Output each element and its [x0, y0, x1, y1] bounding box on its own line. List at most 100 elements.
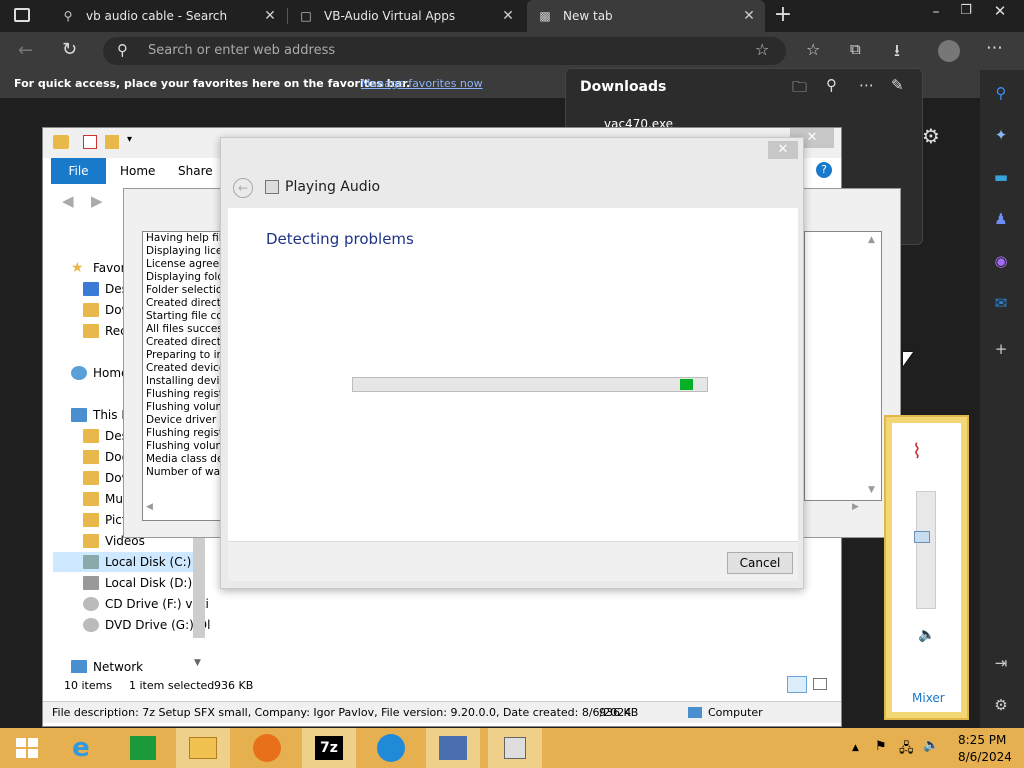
profile-avatar[interactable] — [938, 40, 960, 62]
log-scroll-up-icon[interactable]: ▲ — [868, 235, 875, 245]
audio-cable-icon: ⌇ — [912, 439, 922, 463]
settings-more-icon[interactable]: ⋯ — [986, 38, 1003, 58]
minimize-button[interactable]: – — [922, 4, 950, 20]
details-view-icon[interactable] — [787, 676, 807, 693]
volume-tray-icon[interactable]: 🔈 — [923, 738, 939, 753]
m365-icon[interactable]: ◉ — [990, 250, 1012, 272]
file-explorer-button[interactable] — [176, 728, 230, 768]
nav-favorites[interactable]: ★ Favori — [71, 258, 129, 278]
large-icons-view-icon[interactable] — [813, 678, 827, 690]
games-icon[interactable]: ♟ — [990, 208, 1012, 230]
tab-search[interactable]: ⚲ vb audio cable - Search ✕ — [50, 0, 286, 32]
troubleshooter-taskbar-button[interactable] — [488, 728, 542, 768]
store-button[interactable] — [116, 728, 170, 768]
clock-time[interactable]: 8:25 PM — [958, 733, 1006, 747]
new-tab-page-icon: ▩ — [539, 9, 551, 23]
nav-local-disk-c[interactable]: Local Disk (C:) — [53, 552, 193, 572]
outlook-icon[interactable]: ✉ — [990, 292, 1012, 314]
tab-actions-icon[interactable] — [14, 8, 30, 22]
file-description-bar: File description: 7z Setup SFX small, Co… — [43, 701, 841, 723]
log-scroll-right-icon[interactable]: ▶ — [852, 502, 859, 512]
tab-new-tab[interactable]: ▩ New tab ✕ — [527, 0, 765, 32]
nav-back-icon[interactable]: ◀ — [62, 192, 74, 210]
nav-label: Local Disk (C:) — [105, 555, 192, 569]
favorite-star-icon[interactable]: ☆ — [755, 40, 769, 59]
close-window-button[interactable]: ✕ — [986, 2, 1014, 20]
tab-vb-audio[interactable]: □ VB-Audio Virtual Apps ✕ — [288, 0, 524, 32]
help-icon[interactable]: ? — [816, 162, 832, 178]
add-sidebar-app-icon[interactable]: + — [990, 338, 1012, 360]
copilot-icon[interactable]: ✦ — [990, 124, 1012, 146]
nav-scroll-down-icon[interactable]: ▼ — [194, 658, 201, 668]
mouse-cursor-icon — [903, 352, 913, 366]
downloads-title: Downloads — [580, 79, 667, 95]
start-button[interactable] — [0, 728, 54, 768]
restore-button[interactable]: ❐ — [952, 3, 980, 18]
ribbon-tab-file[interactable]: File — [51, 158, 106, 184]
address-placeholder: Search or enter web address — [148, 43, 336, 58]
nav-scrollbar[interactable] — [193, 538, 205, 638]
nav-dvd-drive-g[interactable]: DVD Drive (G:) Ol — [83, 615, 210, 635]
nav-homegroup[interactable]: Home — [71, 363, 128, 383]
log-line: Starting file cop — [146, 310, 224, 322]
ribbon-tab-home[interactable]: Home — [120, 164, 155, 178]
volume-mixer-popup: ⌇ 🔈 Mixer — [884, 415, 969, 720]
favorites-icon[interactable]: ☆ — [806, 40, 820, 59]
folder-icon — [53, 135, 69, 149]
new-tab-button[interactable]: + — [772, 4, 794, 26]
mixer-link[interactable]: Mixer — [912, 691, 945, 705]
folder-icon — [83, 471, 99, 485]
edge-button[interactable] — [364, 728, 418, 768]
volume-slider-thumb[interactable] — [914, 531, 930, 543]
close-dialog-button[interactable]: ✕ — [768, 141, 798, 159]
back-arrow-icon[interactable]: ← — [233, 178, 253, 198]
page-settings-gear-icon[interactable]: ⚙ — [922, 124, 940, 148]
open-folder-icon[interactable]: 🗀 — [792, 77, 807, 102]
address-bar[interactable]: ⚲ Search or enter web address ☆ — [103, 37, 786, 65]
app-orange-button[interactable] — [240, 728, 294, 768]
installer-log-list[interactable]: Having help fileDisplaying licensLicense… — [142, 231, 224, 521]
cancel-button[interactable]: Cancel — [727, 552, 793, 574]
sidebar-settings-icon[interactable]: ⚙ — [990, 694, 1012, 716]
log-line: Displaying licens — [146, 245, 223, 257]
internet-explorer-button[interactable]: e — [54, 728, 108, 768]
speaker-icon[interactable]: 🔈 — [918, 627, 935, 643]
close-tab-icon[interactable]: ✕ — [262, 8, 278, 24]
nav-forward-icon[interactable]: ▶ — [91, 192, 103, 210]
clock-date[interactable]: 8/6/2024 — [958, 750, 1012, 764]
log-line: Folder selection — [146, 284, 224, 296]
ribbon-tab-share[interactable]: Share — [178, 164, 213, 178]
7zip-button[interactable]: 7z — [302, 728, 356, 768]
nav-this-pc[interactable]: This P — [71, 405, 129, 425]
back-button[interactable]: ← — [18, 40, 33, 61]
collections-icon[interactable]: ⧉ — [850, 40, 861, 58]
volume-track[interactable] — [916, 491, 936, 609]
network-tray-icon[interactable]: 🖧 — [899, 739, 914, 761]
nav-documents[interactable]: Doc — [83, 447, 128, 467]
show-hidden-icons[interactable]: ▲ — [852, 743, 859, 753]
tab-label: VB-Audio Virtual Apps — [324, 9, 456, 23]
hide-sidebar-icon[interactable]: ⇥ — [990, 652, 1012, 674]
downloads-icon[interactable]: ⭳ — [894, 38, 900, 67]
log-scroll-left-icon[interactable]: ◀ — [146, 502, 153, 512]
nav-local-disk-d[interactable]: Local Disk (D:) — [83, 573, 192, 593]
close-tab-icon[interactable]: ✕ — [741, 8, 757, 24]
log-line: Created device — [146, 362, 224, 374]
close-tab-icon[interactable]: ✕ — [500, 8, 516, 24]
installer-taskbar-button[interactable] — [426, 728, 480, 768]
shopping-icon[interactable]: ▬ — [990, 166, 1012, 188]
search-downloads-icon[interactable]: ⚲ — [826, 76, 837, 94]
drive-icon — [83, 576, 99, 590]
manage-favorites-link[interactable]: Manage favorites now — [361, 77, 483, 90]
nav-cd-drive-f[interactable]: CD Drive (F:) virti — [83, 594, 209, 614]
log-scroll-down-icon[interactable]: ▼ — [868, 485, 875, 495]
properties-icon[interactable] — [83, 135, 97, 149]
sidebar-search-icon[interactable]: ⚲ — [990, 82, 1012, 104]
action-center-flag-icon[interactable]: ⚑ — [875, 739, 887, 754]
videos-folder-icon — [83, 534, 99, 548]
pin-icon[interactable]: ✎ — [891, 76, 904, 94]
quick-access-dropdown-icon[interactable]: ▾ — [127, 134, 132, 145]
refresh-button[interactable]: ↻ — [62, 39, 77, 60]
new-folder-icon[interactable] — [105, 135, 119, 149]
more-options-icon[interactable]: ⋯ — [859, 76, 874, 94]
